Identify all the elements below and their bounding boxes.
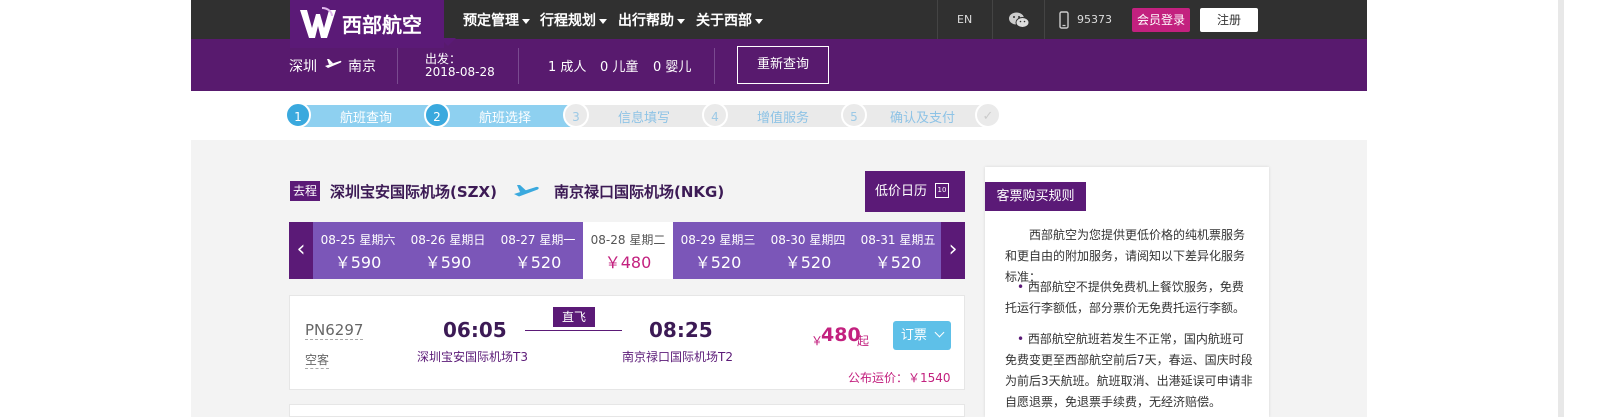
next-flight-card <box>289 404 965 417</box>
checkmark-icon: ✓ <box>975 102 1001 128</box>
destination-city: 南京 <box>348 59 376 75</box>
chevron-down-icon <box>934 327 945 338</box>
nav-divider <box>992 0 993 39</box>
direct-flight-tag: 直飞 <box>553 307 595 327</box>
nav-divider <box>1044 0 1045 39</box>
rules-title: 客票购买规则 <box>985 182 1086 211</box>
low-price-calendar-button[interactable]: 低价日历 10 <box>865 171 965 212</box>
wechat-icon[interactable] <box>1008 11 1030 29</box>
departure-airport: 深圳宝安国际机场T3 <box>417 350 528 364</box>
date-price: ￥520 <box>874 253 922 272</box>
flight-card: PN6297 空客 06:05 深圳宝安国际机场T3 直飞 08:25 南京禄口… <box>289 295 965 390</box>
origin-city: 深圳 <box>289 59 317 75</box>
chevron-down-icon <box>755 18 763 24</box>
logo-text: 西部航空 <box>342 13 422 37</box>
date-label: 08-27 星期一 <box>500 233 576 247</box>
divider <box>518 48 519 84</box>
bullet-icon: • <box>1017 332 1025 346</box>
lowest-price: 480 <box>821 324 861 346</box>
date-cell[interactable]: 08-29 星期三 ￥520 <box>673 222 763 279</box>
chevron-down-icon <box>599 18 607 24</box>
date-cell[interactable]: 08-26 星期日 ￥590 <box>403 222 493 279</box>
date-price-strip: ‹ 08-25 星期六 ￥590 08-26 星期日 ￥590 08-27 星期… <box>289 222 965 279</box>
plane-icon <box>325 59 342 68</box>
arrival-time: 08:25 <box>649 318 713 342</box>
step-1-marker: 1 <box>285 102 311 128</box>
scrollbar-thumb[interactable] <box>1558 0 1564 417</box>
chevron-down-icon <box>677 18 685 24</box>
rules-item-2-text: 西部航空航班若发生不正常，国内航班可免费变更至西部航空前后7天，春运、国庆时段为… <box>1005 332 1253 409</box>
step-4-marker: 4 <box>702 102 728 128</box>
date-price: ￥520 <box>694 253 742 272</box>
date-price: ￥520 <box>514 253 562 272</box>
step-4-label: 增值服务 <box>757 111 810 126</box>
arrival-airport: 南京禄口国际机场T2 <box>622 350 733 364</box>
brand-logo[interactable]: 西部航空 <box>290 0 444 48</box>
child-count: 0 儿童 <box>600 60 639 75</box>
flight-number[interactable]: PN6297 <box>305 321 364 340</box>
infant-count: 0 婴儿 <box>653 60 692 75</box>
depart-date: 2018-08-28 <box>425 65 495 79</box>
rules-item-2: • 西部航空航班若发生不正常，国内航班可免费变更至西部航空前后7天，春运、国庆时… <box>1005 329 1255 413</box>
departure-time: 06:05 <box>443 318 507 342</box>
flight-path-line <box>525 330 622 331</box>
phone-icon <box>1059 11 1069 29</box>
step-1-label: 航班查询 <box>340 111 393 126</box>
date-price: ￥590 <box>424 253 472 272</box>
published-fare: 公布运价：￥1540 <box>848 371 951 385</box>
flight-route-plane-icon <box>514 185 539 197</box>
calendar-button-label: 低价日历 <box>875 184 928 199</box>
step-2-marker: 2 <box>424 102 450 128</box>
date-label: 08-28 星期二 <box>590 233 666 247</box>
service-hotline: 95373 <box>1077 13 1112 26</box>
west-air-logo-icon <box>300 7 336 38</box>
divider <box>397 48 398 84</box>
next-week-arrow-icon[interactable]: › <box>941 222 965 279</box>
nav-trip-planning[interactable]: 行程规划 <box>540 10 607 30</box>
date-cell[interactable]: 08-31 星期五 ￥520 <box>853 222 943 279</box>
step-5-label: 确认及支付 <box>890 111 956 126</box>
date-price: ￥590 <box>334 253 382 272</box>
step-2-label: 航班选择 <box>479 111 532 126</box>
date-price: ￥480 <box>604 253 652 272</box>
nav-travel-help[interactable]: 出行帮助 <box>618 10 685 30</box>
rules-item-1: • 西部航空不提供免费机上餐饮服务，免费托运行李额低，部分票价无免费托运行李额。 <box>1005 277 1255 319</box>
ticket-rules-panel: 客票购买规则 西部航空为您提供更低价格的纯机票服务和更自由的附加服务，请阅知以下… <box>985 167 1269 417</box>
direction-tag: 去程 <box>290 181 320 201</box>
step-5-marker: 5 <box>841 102 867 128</box>
departure-airport-title: 深圳宝安国际机场(SZX) <box>330 183 497 201</box>
prev-week-arrow-icon[interactable]: ‹ <box>289 222 313 279</box>
date-cell-selected[interactable]: 08-28 星期二 ￥480 <box>583 222 673 279</box>
arrival-airport-title: 南京禄口国际机场(NKG) <box>554 183 725 201</box>
date-label: 08-25 星期六 <box>320 233 396 247</box>
book-button-label: 订票 <box>900 328 927 343</box>
nav-about-west[interactable]: 关于西部 <box>696 10 763 30</box>
adult-count: 1 成人 <box>548 60 587 75</box>
divider <box>714 48 715 84</box>
nav-booking-management[interactable]: 预定管理 <box>463 10 530 30</box>
book-button[interactable]: 订票 <box>893 321 951 350</box>
bullet-icon: • <box>1017 280 1025 294</box>
step-3-label: 信息填写 <box>618 111 671 126</box>
date-price: ￥520 <box>784 253 832 272</box>
date-cell[interactable]: 08-25 星期六 ￥590 <box>313 222 403 279</box>
register-button[interactable]: 注册 <box>1200 8 1258 32</box>
rules-item-1-text: 西部航空不提供免费机上餐饮服务，免费托运行李额低，部分票价无免费托运行李额。 <box>1005 280 1246 315</box>
aircraft-type[interactable]: 空客 <box>305 351 330 369</box>
date-cell[interactable]: 08-27 星期一 ￥520 <box>493 222 583 279</box>
calendar-icon: 10 <box>935 183 949 198</box>
requery-button[interactable]: 重新查询 <box>737 46 829 84</box>
date-label: 08-26 星期日 <box>410 233 486 247</box>
date-label: 08-29 星期三 <box>680 233 756 247</box>
nav-divider <box>937 0 938 39</box>
member-login-button[interactable]: 会员登录 <box>1132 8 1190 32</box>
chevron-down-icon <box>522 18 530 24</box>
price-from-label: 起 <box>857 334 870 348</box>
date-cell[interactable]: 08-30 星期四 ￥520 <box>763 222 853 279</box>
language-switch[interactable]: EN <box>957 13 972 26</box>
date-label: 08-31 星期五 <box>860 233 936 247</box>
step-3-marker: 3 <box>563 102 589 128</box>
date-label: 08-30 星期四 <box>770 233 846 247</box>
